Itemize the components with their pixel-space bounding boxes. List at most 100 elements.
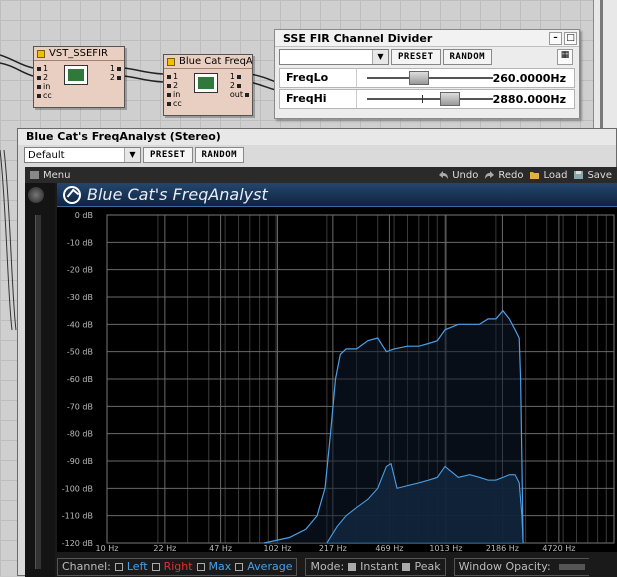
fir-titlebar[interactable]: SSE FIR Channel Divider – □ (275, 30, 579, 47)
input-pin[interactable]: 1 (37, 64, 52, 73)
left-label[interactable]: Left (127, 560, 148, 573)
load-button[interactable]: Load (529, 170, 567, 181)
freqlo-slider[interactable] (367, 69, 493, 87)
output-pin[interactable]: 1 (110, 64, 121, 73)
param-row-freqhi: FreqHi 2880.000Hz (279, 89, 575, 109)
average-checkbox[interactable] (235, 562, 244, 571)
freqhi-slider[interactable] (367, 90, 493, 108)
fir-preset-button[interactable]: PRESET (391, 49, 441, 65)
x-tick-label: 22 Hz (153, 544, 176, 552)
pin-icon (167, 83, 171, 88)
output-pin[interactable]: 1 (230, 72, 249, 81)
max-checkbox[interactable] (196, 562, 205, 571)
fa-preset-select[interactable]: Default ▼ (24, 147, 141, 163)
right-label[interactable]: Right (164, 560, 193, 573)
instant-label[interactable]: Instant (360, 560, 398, 573)
save-button[interactable]: Save (573, 170, 612, 181)
max-label[interactable]: Max (209, 560, 232, 573)
opacity-slider[interactable] (558, 563, 585, 570)
fir-divider-window[interactable]: SSE FIR Channel Divider – □ ▼ PRESET RAN… (274, 29, 580, 119)
input-pin[interactable]: 2 (37, 73, 52, 82)
bluecat-logo-icon (63, 185, 81, 204)
module-title-bar[interactable]: Blue Cat FreqAn (164, 55, 252, 69)
opacity-group: Window Opacity: (453, 557, 589, 576)
side-panel-bar[interactable] (600, 0, 603, 130)
left-checkbox[interactable] (114, 562, 123, 571)
side-panel-edge (593, 0, 617, 130)
spectrum-display[interactable]: 0 dB -10 dB -20 dB -30 dB -40 dB -50 dB -60 dB… (57, 207, 617, 553)
slider-track (367, 77, 493, 79)
spectrum-chart: 0 dB -10 dB -20 dB -30 dB -40 dB -50 dB -60 dB… (62, 211, 615, 553)
module-led-icon (167, 57, 175, 66)
fa-random-button[interactable]: RANDOM (194, 147, 245, 163)
input-pin[interactable]: in (37, 82, 52, 91)
slider-tick (422, 95, 424, 103)
y-tick-label: -100 dB (62, 484, 93, 493)
input-pin[interactable]: cc (37, 91, 52, 100)
gain-knob[interactable] (28, 187, 44, 203)
redo-button[interactable]: Redo (484, 170, 523, 181)
output-pin[interactable]: 2 (230, 81, 249, 90)
channel-label: Channel: (62, 560, 111, 573)
input-pin[interactable]: cc (167, 99, 182, 108)
fir-preset-select[interactable]: ▼ (279, 49, 389, 65)
y-tick-label: 0 dB (75, 211, 93, 220)
slider-thumb[interactable] (439, 92, 460, 106)
scale-slider[interactable] (35, 215, 41, 569)
undo-button[interactable]: Undo (438, 170, 478, 181)
folder-icon (530, 172, 540, 179)
fa-titlebar[interactable]: Blue Cat's FreqAnalyst (Stereo) (18, 129, 616, 145)
minimize-icon[interactable]: – (549, 31, 562, 45)
mode-label: Mode: (310, 560, 345, 573)
y-tick-label: -50 dB (67, 348, 93, 357)
plugin-header: Blue Cat's FreqAnalyst (57, 183, 617, 207)
module-outputs: 1 2 (110, 64, 121, 82)
plugin-panel: Menu Undo Redo Load Save Blue Cat's Freq… (25, 167, 617, 577)
plugin-gui-icon[interactable] (194, 73, 218, 93)
mode-group: Mode: Instant Peak (305, 557, 446, 576)
pin-icon (245, 92, 249, 97)
y-tick-label: -60 dB (67, 375, 93, 384)
output-pin[interactable]: out (230, 90, 249, 99)
save-icon (574, 171, 584, 179)
opacity-label: Window Opacity: (458, 560, 551, 573)
average-label[interactable]: Average (247, 560, 292, 573)
vst-ssefir-module[interactable]: VST_SSEFIR 1 2 in cc 1 2 (33, 46, 125, 108)
fir-random-button[interactable]: RANDOM (442, 49, 493, 65)
plugin-menu-icon[interactable]: ▦ (557, 49, 573, 65)
y-tick-label: -10 dB (67, 238, 93, 247)
module-inputs: 1 2 in cc (167, 72, 182, 108)
x-tick-label: 47 Hz (209, 544, 232, 552)
pin-icon (117, 66, 121, 71)
param-value: 2880.000Hz (492, 92, 566, 106)
x-tick-label: 4720 Hz (542, 544, 575, 552)
pin-icon (167, 74, 171, 79)
peak-checkbox[interactable] (402, 562, 411, 571)
pin-icon (167, 92, 171, 97)
input-pin[interactable]: 1 (167, 72, 182, 81)
peak-label[interactable]: Peak (414, 560, 440, 573)
module-outputs: 1 2 out (230, 72, 249, 99)
fa-preset-button[interactable]: PRESET (143, 147, 193, 163)
fa-preset-value: Default (28, 149, 65, 161)
right-checkbox[interactable] (151, 562, 160, 571)
plugin-gui-icon[interactable] (64, 65, 88, 85)
pin-icon (117, 75, 121, 80)
maximize-icon[interactable]: □ (564, 31, 577, 45)
input-pin[interactable]: in (167, 90, 182, 99)
y-tick-label: -90 dB (67, 457, 93, 466)
freqanalyst-window[interactable]: Blue Cat's FreqAnalyst (Stereo) Default … (17, 128, 617, 577)
fir-window-title: SSE FIR Channel Divider (283, 31, 433, 45)
output-pin[interactable]: 2 (110, 73, 121, 82)
input-pin[interactable]: 2 (167, 81, 182, 90)
x-tick-label: 102 Hz (263, 544, 291, 552)
module-inputs: 1 2 in cc (37, 64, 52, 100)
x-tick-label: 469 Hz (375, 544, 403, 552)
bluecat-module[interactable]: Blue Cat FreqAn 1 2 in cc 1 2 out (163, 54, 253, 116)
menu-button[interactable]: Menu (29, 170, 70, 181)
slider-thumb[interactable] (409, 71, 430, 85)
instant-checkbox[interactable] (348, 562, 357, 571)
module-title-bar[interactable]: VST_SSEFIR (34, 47, 124, 61)
pin-icon (167, 101, 171, 106)
module-led-icon (37, 49, 45, 58)
